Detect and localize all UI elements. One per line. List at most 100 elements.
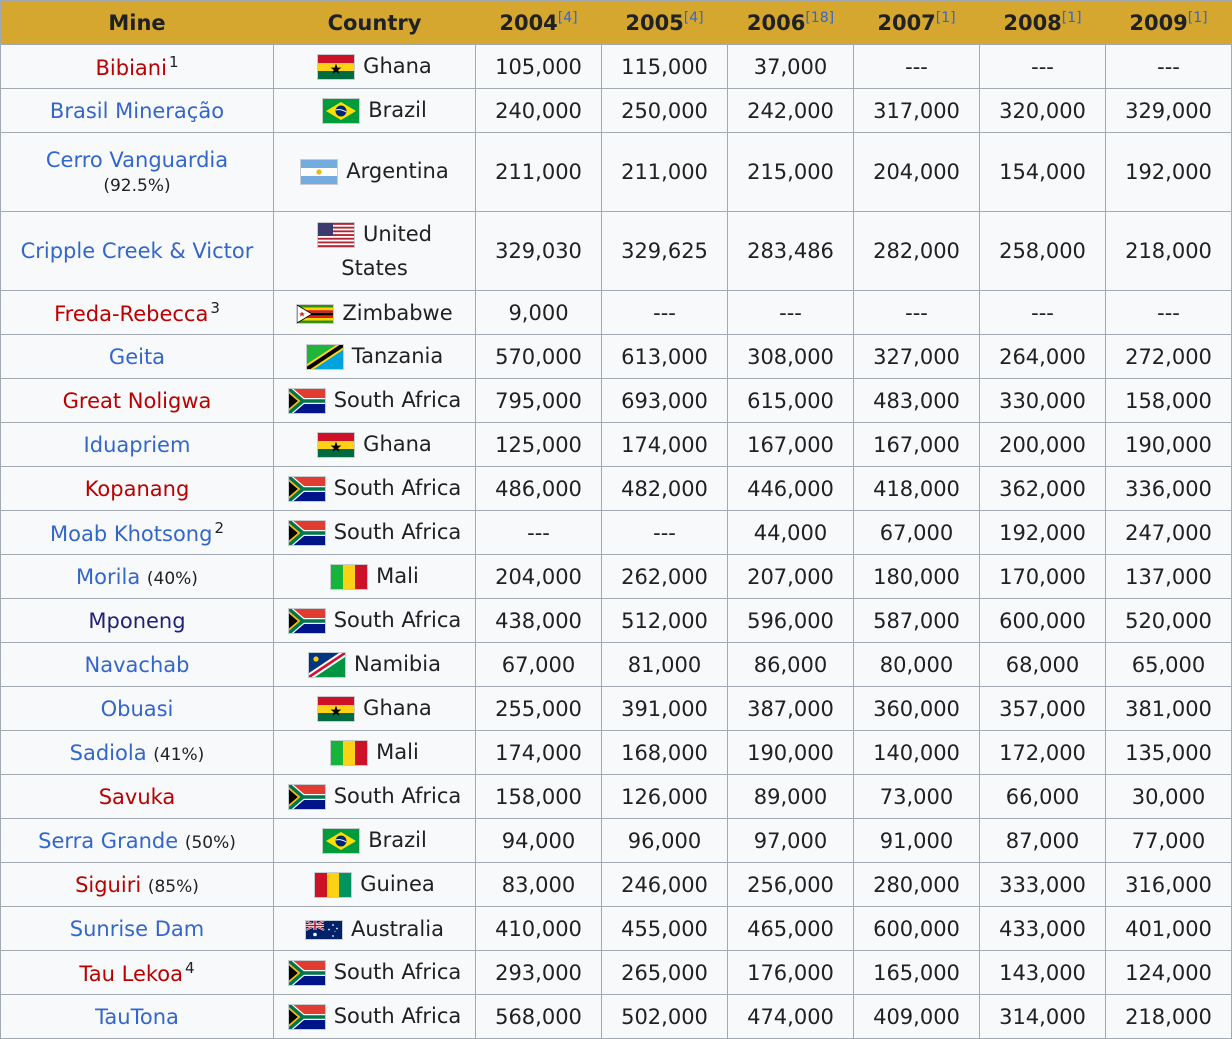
production-2006: 615,000 [727,378,854,423]
header-mine[interactable]: Mine [0,0,274,45]
production-2007: 282,000 [853,211,980,291]
mine-cell: Serra Grande (50%) [0,818,274,863]
country-name[interactable]: Australia [351,917,444,941]
production-2006: 283,486 [727,211,854,291]
country-name[interactable]: Brazil [368,98,427,122]
production-2006: 37,000 [727,44,854,89]
mine-link[interactable]: Great Noligwa [63,389,212,413]
country-name[interactable]: Namibia [354,652,441,676]
flag-icon [296,303,335,324]
table-row: Navachab Namibia 67,000 81,000 86,000 80,000 6… [0,642,1232,687]
mine-link[interactable]: Cripple Creek & Victor [21,239,254,263]
mine-link[interactable]: Serra Grande [38,829,178,853]
mine-link[interactable]: Siguiri [75,873,141,897]
country-name[interactable]: Ghana [363,696,432,720]
mine-link[interactable]: Kopanang [85,477,190,501]
header-2006[interactable]: 2006[18] [727,0,854,45]
ownership-percent: (41%) [153,744,205,765]
header-country[interactable]: Country [273,0,476,45]
ref-link[interactable]: [18] [805,10,834,26]
country-name[interactable]: Brazil [368,828,427,852]
mine-link[interactable]: Morila [76,565,140,589]
table-row: TauTona South Africa 568,000 502,000 474,000… [0,994,1232,1039]
country-name[interactable]: South Africa [334,1004,462,1028]
production-2007: 600,000 [853,906,980,951]
country-name[interactable]: Tanzania [352,344,443,368]
ref-link[interactable]: [1] [1188,10,1208,26]
mine-link[interactable]: Moab Khotsong [50,522,212,546]
production-2004: 83,000 [475,862,602,907]
table-row: Great Noligwa South Africa 795,000 693,000 6… [0,378,1232,423]
header-2005[interactable]: 2005[4] [601,0,728,45]
country-name[interactable]: South Africa [334,608,462,632]
production-2007: 327,000 [853,334,980,379]
production-2007: --- [853,44,980,89]
production-2009: 137,000 [1105,554,1232,599]
table-row: Savuka South Africa 158,000 126,000 89,000 73… [0,774,1232,819]
production-2006: 446,000 [727,466,854,511]
country-name[interactable]: Ghana [363,54,432,78]
country-cell: South Africa [273,774,476,819]
mine-link[interactable]: Brasil Mineração [50,99,224,123]
mine-link[interactable]: Cerro Vanguardia [46,148,228,172]
table-row: Mponeng South Africa 438,000 512,000 596,000… [0,598,1232,643]
flag-icon [300,159,339,185]
mine-link[interactable]: Bibiani [96,56,167,80]
production-2006: 474,000 [727,994,854,1039]
footnote-marker: 3 [210,299,220,317]
production-2006: 44,000 [727,510,854,555]
production-2004: 9,000 [475,290,602,335]
ref-link[interactable]: [4] [558,10,578,26]
ref-link[interactable]: [4] [684,10,704,26]
mine-link[interactable]: Geita [109,345,165,369]
mine-link[interactable]: Iduapriem [84,433,191,457]
production-2009: 381,000 [1105,686,1232,731]
country-cell: Brazil [273,88,476,133]
country-cell: United States [273,211,476,291]
flag-icon [317,53,356,80]
ref-link[interactable]: [1] [1062,10,1082,26]
country-name[interactable]: South Africa [334,784,462,808]
mine-link[interactable]: Sunrise Dam [70,917,204,941]
country-cell: Guinea [273,862,476,907]
header-row: Mine Country 2004[4] 2005[4] 2006[18] 20… [0,0,1232,45]
header-2009[interactable]: 2009[1] [1105,0,1232,45]
production-2006: 256,000 [727,862,854,907]
production-2009: --- [1105,44,1232,89]
table-row: Sunrise Dam Australia 410,000 455,000 465,00… [0,906,1232,951]
header-2004[interactable]: 2004[4] [475,0,602,45]
mine-link[interactable]: Mponeng [88,609,185,633]
mine-link[interactable]: TauTona [95,1005,179,1029]
production-2006: 167,000 [727,422,854,467]
production-2004: 158,000 [475,774,602,819]
ref-link[interactable]: [1] [936,10,956,26]
mine-link[interactable]: Navachab [85,653,190,677]
country-name[interactable]: South Africa [334,520,462,544]
production-2009: 272,000 [1105,334,1232,379]
table-row: Iduapriem Ghana 125,000 174,000 167,000 167,0… [0,422,1232,467]
header-2008[interactable]: 2008[1] [979,0,1106,45]
mine-cell: Obuasi [0,686,274,731]
country-name[interactable]: Ghana [363,432,432,456]
ownership-percent: (85%) [147,876,199,897]
table-row: Bibiani 1 Ghana 105,000 115,000 37,000 --- --- -… [0,44,1232,89]
production-2008: 314,000 [979,994,1106,1039]
country-name[interactable]: Mali [376,564,419,588]
production-2006: 465,000 [727,906,854,951]
country-name[interactable]: Zimbabwe [342,301,452,325]
mine-link[interactable]: Sadiola [70,741,147,765]
mine-link[interactable]: Freda-Rebecca [54,302,208,326]
mine-link[interactable]: Savuka [99,785,176,809]
country-name[interactable]: Mali [376,740,419,764]
country-name[interactable]: Argentina [346,159,448,183]
mine-link[interactable]: Tau Lekoa [79,962,183,986]
country-name[interactable]: Guinea [360,872,435,896]
country-cell: Ghana [273,44,476,89]
mine-cell: Freda-Rebecca 3 [0,290,274,335]
production-2004: 204,000 [475,554,602,599]
country-name[interactable]: South Africa [334,388,462,412]
country-name[interactable]: South Africa [334,476,462,500]
mine-link[interactable]: Obuasi [101,697,174,721]
country-name[interactable]: South Africa [334,960,462,984]
header-2007[interactable]: 2007[1] [853,0,980,45]
